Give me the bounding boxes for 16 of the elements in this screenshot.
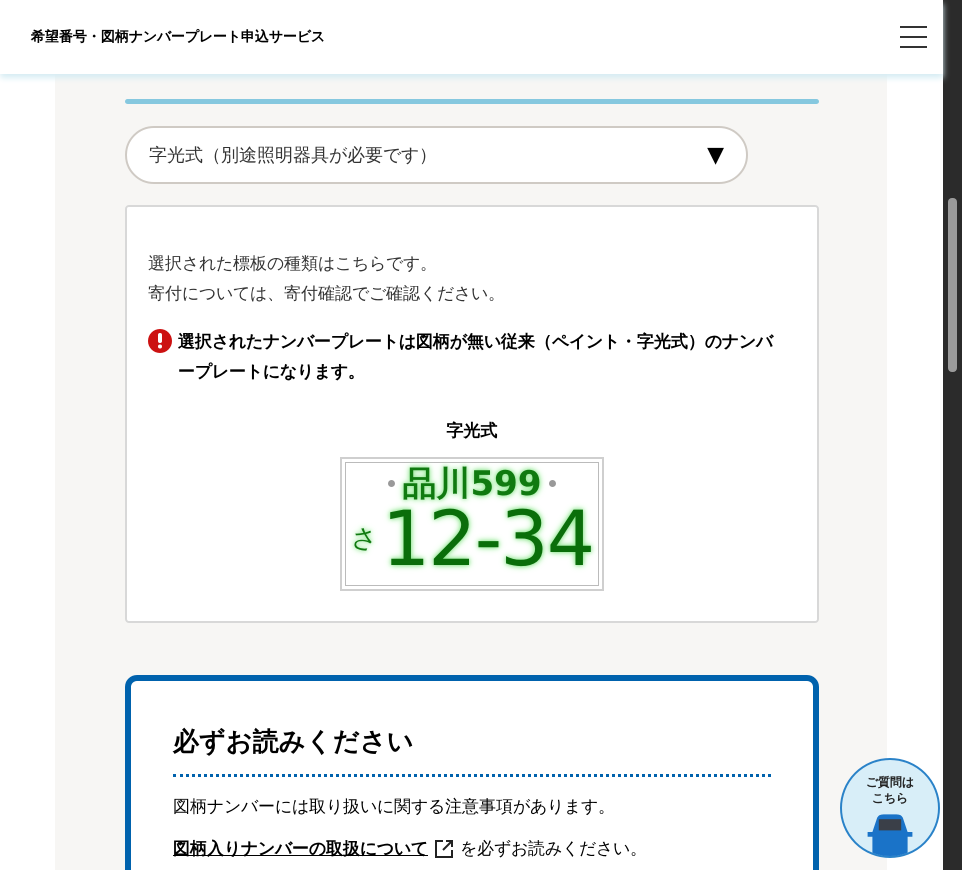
info-text: 選択された標板の種類はこちらです。 [148,253,438,276]
plate-number: 12-34 [382,500,594,576]
info-text: 寄付については、寄付確認でご確認ください。 [148,283,506,306]
external-link-icon [434,839,454,860]
plate-kana: さ [350,526,378,552]
site-title: 希望番号・図柄ナンバープレート申込サービス [31,28,325,46]
handling-link[interactable]: 図柄入りナンバーの取扱について [173,836,428,862]
alert-icon [148,329,172,353]
plate-type-label: 字光式 [446,420,498,443]
plate-type-select[interactable]: 字光式（別途照明器具が必要です） ▼ [125,126,748,184]
notice-title: 必ずお読みください [173,723,771,777]
notice-text: 図柄ナンバーには取り扱いに関する注意事項があります。 [173,796,616,819]
plate-region: 品川599 [402,466,542,500]
menu-icon[interactable] [900,26,927,48]
link-suffix: を必ずお読みください。 [460,838,647,860]
alert-text: 選択されたナンバープレートは図柄が無い従来（ペイント・字光式）のナンバープレートになります。 [178,331,775,384]
